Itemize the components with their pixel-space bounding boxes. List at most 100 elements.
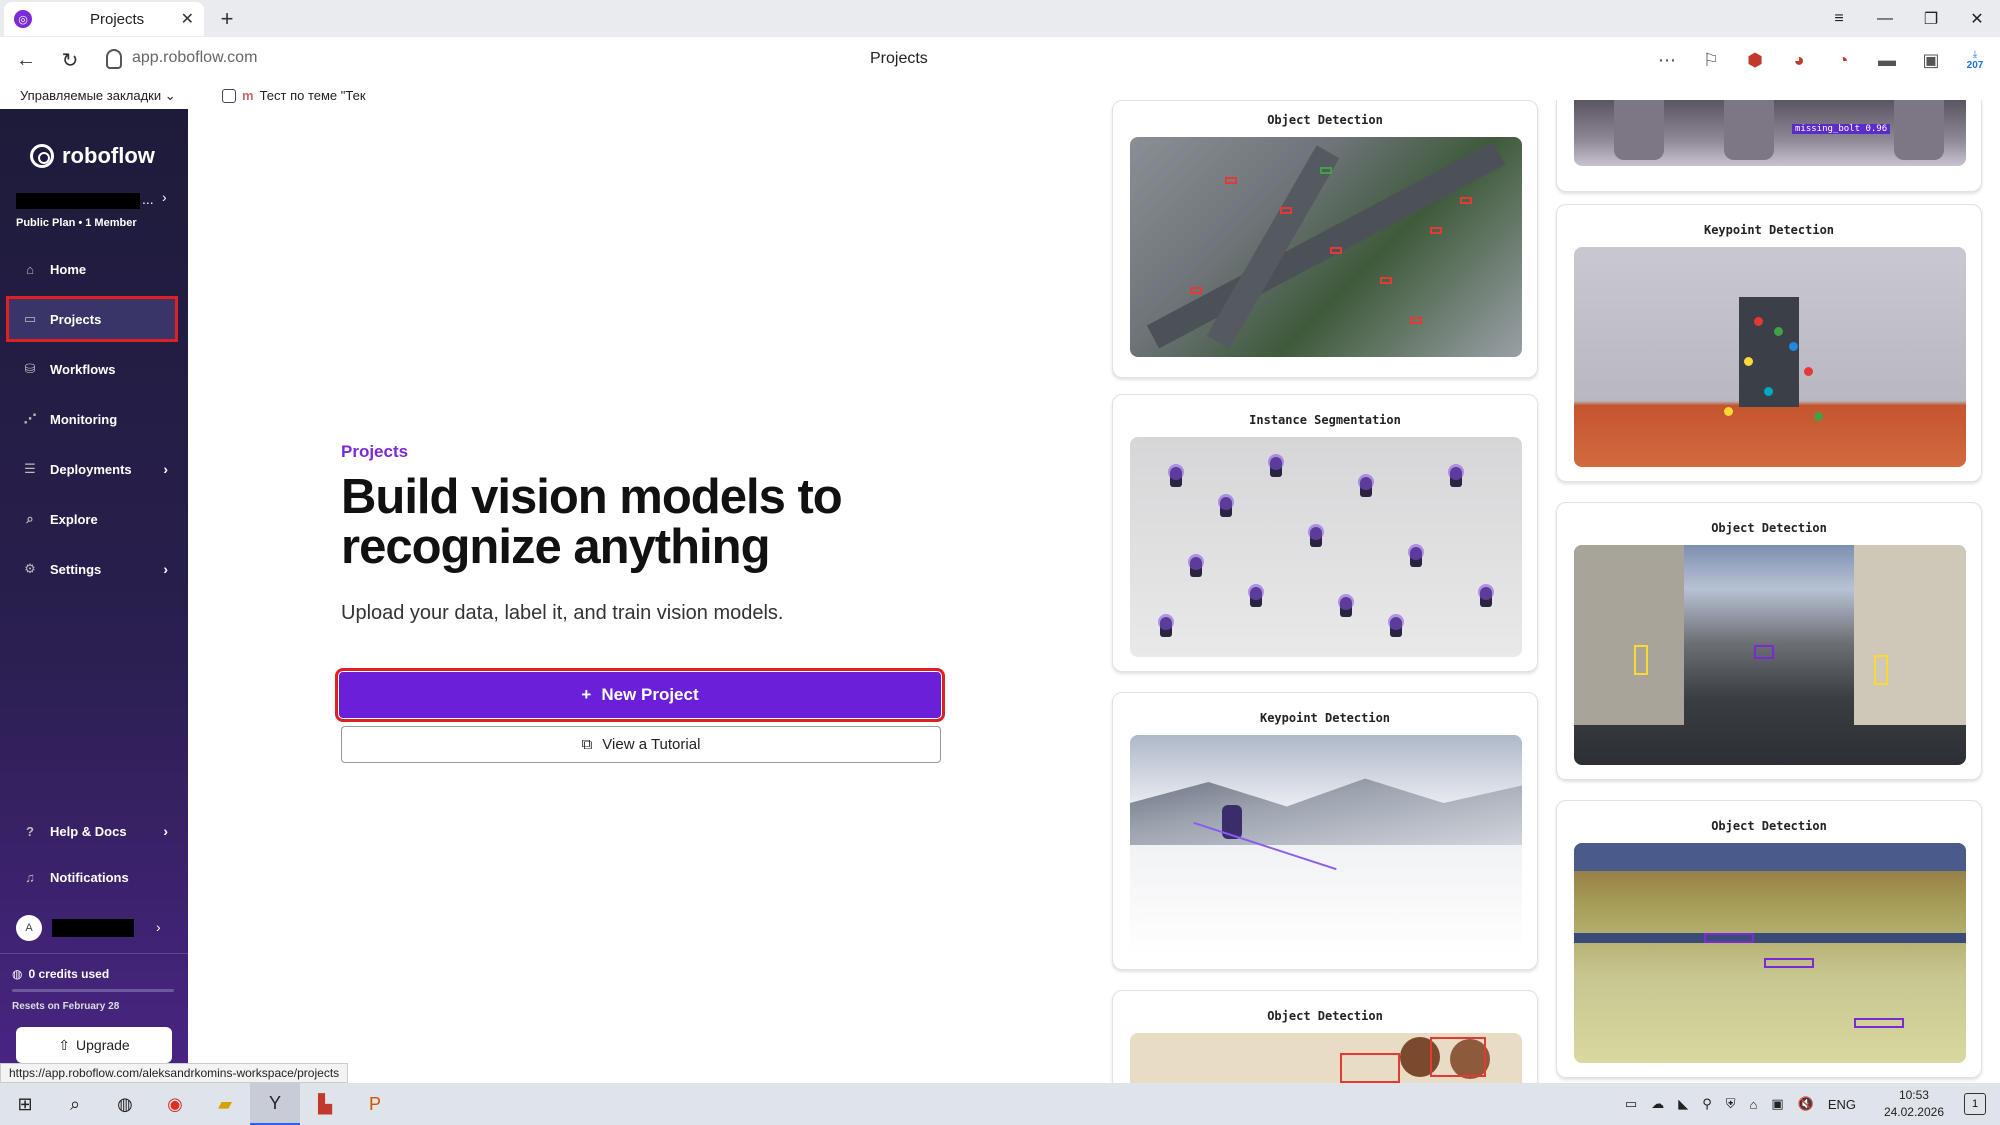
taskbar-clock[interactable]: 10:53 24.02.2026 [1884,1087,1944,1121]
detection-box [1874,655,1888,685]
detection-box [1764,958,1814,968]
powerpoint-icon[interactable]: P [350,1083,400,1125]
extension-check-icon[interactable]: ▣ [1916,45,1946,75]
minimize-icon[interactable]: — [1862,0,1908,37]
sidebar-item-notifications[interactable]: ♫ Notifications [6,855,178,899]
view-tutorial-button[interactable]: ⧉ View a Tutorial [341,726,941,763]
app-globe-icon[interactable]: ◍ [100,1083,150,1125]
sidebar-item-monitoring[interactable]: ⋰ Monitoring [6,396,178,442]
chevron-right-icon: › [163,823,168,839]
bolt-shape [1724,100,1774,160]
file-explorer-icon[interactable]: ▰ [200,1083,250,1125]
sidebar-item-explore[interactable]: ⌕ Explore [6,496,178,542]
projects-icon: ▭ [23,311,37,326]
segmented-person [1388,614,1404,637]
card-title: Keypoint Detection [1703,223,1835,237]
sidebar-item-label: Help & Docs [50,823,127,839]
keypoint [1724,407,1733,416]
settings-icon: ⚙ [24,561,36,576]
gallery-card[interactable]: Object Detection [1556,502,1982,780]
detection-box [1380,277,1392,284]
sidebar-item-projects[interactable]: ▭ Projects [6,296,178,342]
bookmarks-folder[interactable]: Управляемые закладки ⌄ [20,88,176,104]
tray-nvidia-icon[interactable]: ◣ [1678,1096,1688,1112]
sidebar-item-help[interactable]: ? Help & Docs › [6,809,178,853]
aerial-traffic-thumbnail [1130,137,1522,357]
sidebar-item-workflows[interactable]: ⛁ Workflows [6,346,178,392]
detection-box [1190,287,1202,294]
back-icon[interactable]: ← [12,46,40,74]
extension-avatar-icon[interactable]: ◕ [1784,45,1814,75]
restore-icon[interactable]: ❐ [1908,0,1954,37]
tray-network-icon[interactable]: ▣ [1771,1096,1783,1112]
reload-icon[interactable]: ↻ [56,46,84,74]
user-menu[interactable]: A › [16,915,161,941]
url-field[interactable]: app.roboflow.com [132,49,257,67]
close-tab-icon[interactable]: ✕ [181,9,194,29]
bolts-thumbnail: missing_bolt 0.96 [1574,100,1966,166]
yandex-browser-icon[interactable]: Y [250,1083,300,1125]
sidebar-item-label: Deployments [50,461,132,477]
extension-figure-icon[interactable]: ◔ [1828,45,1858,75]
card-title: Object Detection [1711,819,1827,833]
building-shape [1854,545,1966,725]
tray-app-icon[interactable]: ▭ [1625,1096,1637,1112]
detection-box [1754,645,1774,659]
tray-usb-icon[interactable]: ⚲ [1702,1096,1712,1112]
extension-shield-icon[interactable]: ⬢ [1740,45,1770,75]
tray-volume-icon[interactable]: 🔇 [1798,1096,1814,1112]
chrome-icon[interactable]: ◉ [150,1083,200,1125]
sidebar-item-home[interactable]: ⌂ Home [6,246,178,292]
new-tab-button[interactable]: + [214,6,240,32]
gallery-card[interactable]: Object Detection [1112,990,1538,1090]
segmented-person [1358,474,1374,497]
card-title: Keypoint Detection [1259,711,1391,725]
notification-center-icon[interactable]: 1 [1964,1093,1986,1115]
browser-tab[interactable]: ◎ Projects ✕ [4,2,204,36]
sidebar-item-label: Workflows [50,361,116,377]
keypoint [1814,412,1823,421]
skier-thumbnail [1130,735,1522,955]
tray-language[interactable]: ENG [1828,1097,1856,1112]
upgrade-label: Upgrade [76,1037,130,1053]
gallery-card[interactable]: Keypoint Detection [1556,204,1982,482]
menu-icon[interactable]: ≡ [1816,0,1862,37]
browser-toolbar: ⋯ ⚐ ⬢ ◕ ◔ ▬ ▣ ⤓ 207 [1652,45,1990,75]
tray-wifi-icon[interactable]: ⌂ [1749,1097,1757,1112]
gallery-card[interactable]: Instance Segmentation [1112,394,1538,672]
sidebar-bottom-nav: ? Help & Docs › ♫ Notifications [6,809,178,901]
detection-box [1340,1053,1400,1083]
sidebar-item-deployments[interactable]: ☰ Deployments › [6,446,178,492]
media-app-icon[interactable]: ▙ [300,1083,350,1125]
rack-shape [1574,933,1966,943]
gallery-card[interactable]: missing_bolt 0.96 [1556,100,1982,192]
search-icon[interactable]: ⌕ [50,1083,100,1125]
roboflow-logo[interactable]: roboflow [30,143,155,169]
sidebar-item-settings[interactable]: ⚙ Settings › [6,546,178,592]
chevron-right-icon[interactable]: › [162,189,167,205]
detection-box [1280,207,1292,214]
gallery-card[interactable]: Object Detection [1112,100,1538,378]
sidebar-item-label: Notifications [50,869,129,885]
gallery-card[interactable]: Keypoint Detection [1112,692,1538,970]
site-security-icon[interactable] [106,49,122,69]
bookmark-item[interactable]: m Тест по теме "Тек [222,88,366,103]
credits-progress [12,989,174,992]
sidebar-item-label: Settings [50,561,102,577]
more-icon[interactable]: ⋯ [1652,45,1682,75]
card-title: Object Detection [1267,1009,1383,1023]
tray-shield-icon[interactable]: ⛨ [1726,1096,1736,1112]
close-window-icon[interactable]: ✕ [1954,0,2000,37]
workspace-name-redacted[interactable] [16,193,140,209]
address-page-title: Projects [870,50,928,67]
new-project-button[interactable]: + New Project [335,668,945,722]
deployments-icon: ☰ [24,461,36,476]
tray-cloud-icon[interactable]: ☁ [1651,1096,1664,1112]
gallery-card[interactable]: Object Detection [1556,800,1982,1078]
downloads-icon[interactable]: ⤓ 207 [1960,45,1990,75]
upgrade-button[interactable]: ⇧ Upgrade [16,1027,172,1063]
windows-start-icon[interactable]: ⊞ [0,1083,50,1125]
bookmark-icon[interactable]: ⚐ [1696,45,1726,75]
extension-wallet-icon[interactable]: ▬ [1872,45,1902,75]
divider [0,953,188,954]
